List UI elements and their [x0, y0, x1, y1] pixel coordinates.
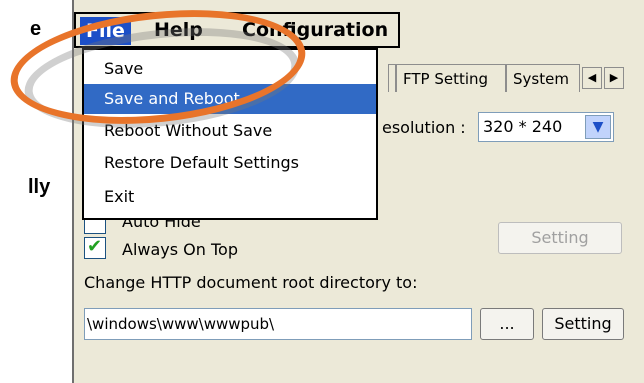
- menu-item-save-and-reboot[interactable]: Save and Reboot: [84, 84, 376, 114]
- file-menu-dropdown: Save Save and Reboot Reboot Without Save…: [82, 48, 378, 220]
- tab-ftp-setting[interactable]: FTP Setting: [396, 64, 506, 92]
- tab-partial[interactable]: [388, 64, 396, 92]
- menu-bar: File Help Configuration: [74, 12, 400, 48]
- setting-button-disabled: Setting: [498, 222, 622, 254]
- menu-item-exit[interactable]: Exit: [84, 182, 376, 212]
- browse-button[interactable]: ...: [480, 308, 534, 340]
- tab-scroll-right-icon[interactable]: ▶: [604, 67, 624, 89]
- chevron-down-icon[interactable]: ▼: [585, 115, 611, 139]
- resolution-label: esolution :: [382, 118, 466, 137]
- always-on-top-checkbox[interactable]: ✔: [84, 236, 106, 259]
- http-root-input[interactable]: \windows\www\wwwpub\: [84, 308, 472, 340]
- menu-item-save[interactable]: Save: [84, 54, 376, 84]
- tab-scroll-left-icon[interactable]: ◀: [582, 67, 602, 89]
- http-setting-button[interactable]: Setting: [542, 308, 624, 340]
- check-icon: ✔: [87, 236, 103, 257]
- menu-help[interactable]: Help: [154, 19, 203, 41]
- page-text-fragment-middle: lly: [28, 176, 51, 198]
- page-text-fragment-top: e: [30, 18, 42, 40]
- tab-system[interactable]: System: [506, 64, 580, 92]
- resolution-value: 320 * 240: [483, 117, 563, 136]
- always-on-top-label: Always On Top: [122, 240, 238, 259]
- resolution-select[interactable]: 320 * 240 ▼: [478, 112, 614, 142]
- menu-configuration[interactable]: Configuration: [242, 19, 388, 41]
- menu-file[interactable]: File: [80, 17, 131, 45]
- http-root-label: Change HTTP document root directory to:: [84, 273, 418, 292]
- menu-item-reboot-without-save[interactable]: Reboot Without Save: [84, 116, 376, 146]
- menu-item-restore-defaults[interactable]: Restore Default Settings: [84, 148, 376, 178]
